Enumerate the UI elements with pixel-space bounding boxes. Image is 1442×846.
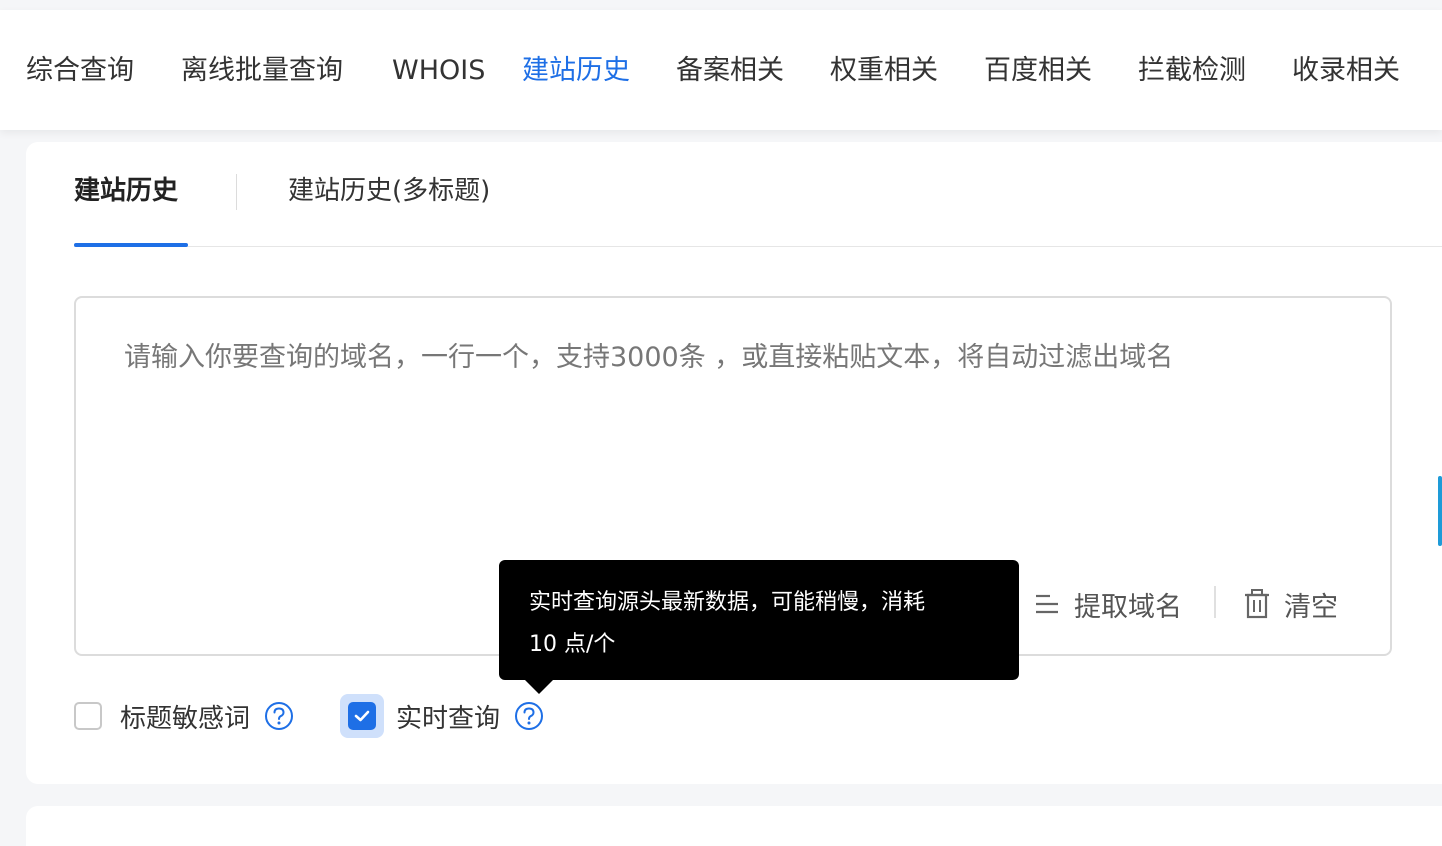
tab-baseline [74, 246, 1442, 247]
nav-item-site-history[interactable]: 建站历史 [522, 10, 630, 130]
domain-input[interactable] [124, 338, 1354, 538]
trash-icon [1245, 589, 1269, 619]
nav-item-indexing[interactable]: 收录相关 [1292, 10, 1400, 130]
nav-item-block-check[interactable]: 拦截检测 [1138, 10, 1246, 130]
nav-item-comprehensive-query[interactable]: 综合查询 [26, 10, 134, 130]
nav-item-whois[interactable]: WHOIS [392, 10, 485, 130]
active-tab-indicator [74, 243, 188, 247]
tab-site-history[interactable]: 建站历史 [74, 170, 178, 207]
clear-label: 清空 [1284, 591, 1338, 623]
tooltip-line-2: 10 点/个 [529, 632, 616, 657]
title-sensitive-checkbox[interactable] [74, 702, 102, 730]
tab-divider [236, 174, 237, 210]
results-card [26, 806, 1442, 846]
check-icon [354, 710, 370, 722]
realtime-label: 实时查询 [396, 703, 501, 734]
action-divider [1214, 586, 1216, 618]
nav-item-weight[interactable]: 权重相关 [830, 10, 938, 130]
realtime-checkbox[interactable] [348, 702, 376, 730]
list-lines-icon [1036, 594, 1058, 614]
title-sensitive-label: 标题敏感词 [120, 703, 251, 734]
extract-domain-button[interactable]: 提取域名 [1034, 584, 1182, 624]
option-title-sensitive-words: 标题敏感词 [74, 694, 294, 738]
help-icon[interactable] [264, 701, 294, 731]
clear-button[interactable]: 清空 [1244, 584, 1338, 624]
nav-item-baidu[interactable]: 百度相关 [984, 10, 1092, 130]
option-realtime-query: 实时查询 [340, 694, 544, 738]
main-card: 建站历史 建站历史(多标题) 提取域名 清空 [26, 142, 1442, 784]
edge-accent [1438, 476, 1442, 546]
tooltip-line-1: 实时查询源头最新数据，可能稍慢，消耗 [529, 590, 926, 615]
tooltip-arrow [525, 680, 553, 694]
nav-item-icp-filing[interactable]: 备案相关 [676, 10, 784, 130]
help-icon[interactable] [514, 701, 544, 731]
realtime-checkbox-focus-ring [340, 694, 384, 738]
top-navigation: 综合查询 离线批量查询 WHOIS 建站历史 备案相关 权重相关 百度相关 拦截… [0, 10, 1442, 130]
nav-item-offline-batch-query[interactable]: 离线批量查询 [181, 10, 343, 130]
extract-domain-label: 提取域名 [1074, 591, 1182, 623]
tab-site-history-multi-title[interactable]: 建站历史(多标题) [288, 170, 490, 207]
realtime-tooltip: 实时查询源头最新数据，可能稍慢，消耗 10 点/个 [499, 560, 1019, 694]
